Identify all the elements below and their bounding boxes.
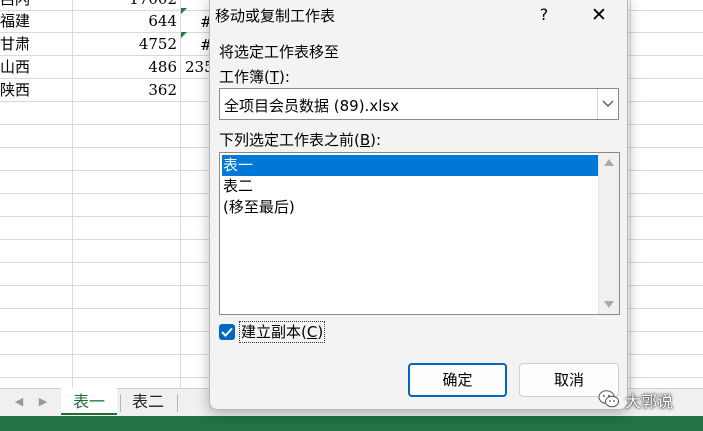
create-copy-checkbox[interactable] [219,324,235,340]
create-copy-label[interactable]: 建立副本(C) [239,321,326,343]
move-to-label: 将选定工作表移至 [219,43,340,61]
vertical-scrollbar[interactable] [598,153,619,314]
dropdown-arrow[interactable] [597,89,618,119]
scroll-down-icon[interactable] [604,301,614,308]
scroll-tabs-right-icon[interactable]: ▶ [36,395,50,409]
error-indicator [181,32,187,38]
dialog-title: 移动或复制工作表 [215,7,336,25]
sheet-tab-1[interactable]: 表一 [61,388,118,415]
cell-value[interactable]: 644 [74,10,177,32]
cell-value[interactable]: 17002 [74,0,177,10]
status-bar [0,416,703,431]
workbook-dropdown[interactable]: 全项目会员数据 (89).xlsx [219,88,619,120]
cell-province[interactable]: 吕闪 [0,0,30,10]
close-icon: ✕ [591,4,607,26]
scroll-tabs-left-icon[interactable]: ◀ [12,395,26,409]
tab-divider [177,394,178,412]
scroll-up-icon[interactable] [604,159,614,166]
list-item[interactable]: 表二 [222,176,599,197]
help-button[interactable]: ? [532,3,556,27]
cell-value[interactable]: 486 [74,56,177,78]
cell-province[interactable]: 陕西 [0,79,30,101]
cell-province[interactable]: 甘肃 [0,33,30,55]
sheet-listbox[interactable]: 表一 表二 (移至最后) [219,152,620,315]
close-button[interactable]: ✕ [586,3,612,27]
cell-value[interactable]: 4752 [74,33,177,55]
sheet-tab-2[interactable]: 表二 [120,388,176,415]
move-copy-dialog: 移动或复制工作表 ? ✕ 将选定工作表移至 工作簿(T): 全项目会员数据 (8… [209,0,628,410]
wechat-icon [598,390,619,408]
error-indicator [181,8,187,14]
list-item[interactable]: (移至最后) [222,197,599,218]
checkmark-icon [221,327,233,337]
workbook-value: 全项目会员数据 (89).xlsx [224,97,400,115]
list-item[interactable]: 表一 [222,155,599,176]
chevron-down-icon [602,100,614,107]
before-sheet-label: 下列选定工作表之前(B): [219,131,382,149]
watermark-text: 大郭说 [625,392,674,411]
cell-province[interactable]: 山西 [0,56,30,78]
ok-button[interactable]: 确定 [408,363,507,397]
workbook-label: 工作簿(T): [219,68,290,86]
cell-province[interactable]: 福建 [0,10,30,32]
cell-value[interactable]: 362 [74,79,177,101]
